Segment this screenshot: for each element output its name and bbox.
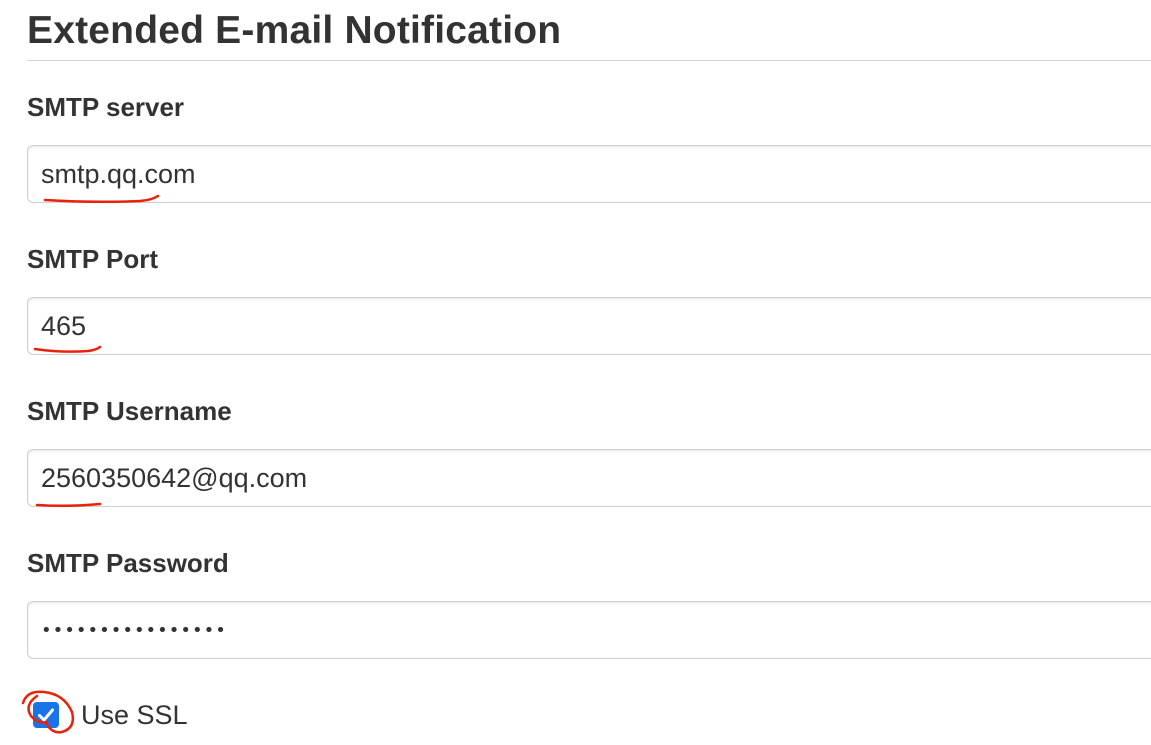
smtp-username-input[interactable]: [27, 449, 1151, 507]
use-ssl-label: Use SSL: [81, 700, 188, 730]
smtp-username-label: SMTP Username: [27, 396, 232, 426]
use-ssl-checkbox[interactable]: [33, 702, 59, 728]
email-notification-settings: Extended E-mail Notification SMTP server…: [0, 0, 1151, 745]
smtp-server-input[interactable]: [27, 145, 1151, 203]
smtp-password-input[interactable]: [27, 601, 1151, 659]
smtp-port-input[interactable]: [27, 297, 1151, 355]
smtp-server-label: SMTP server: [27, 92, 185, 122]
use-ssl-option[interactable]: Use SSL: [33, 698, 188, 732]
checkmark-icon: [38, 708, 54, 722]
smtp-port-label: SMTP Port: [27, 244, 158, 274]
smtp-password-label: SMTP Password: [27, 548, 229, 578]
section-divider: [27, 60, 1151, 61]
section-title: Extended E-mail Notification: [27, 9, 562, 52]
